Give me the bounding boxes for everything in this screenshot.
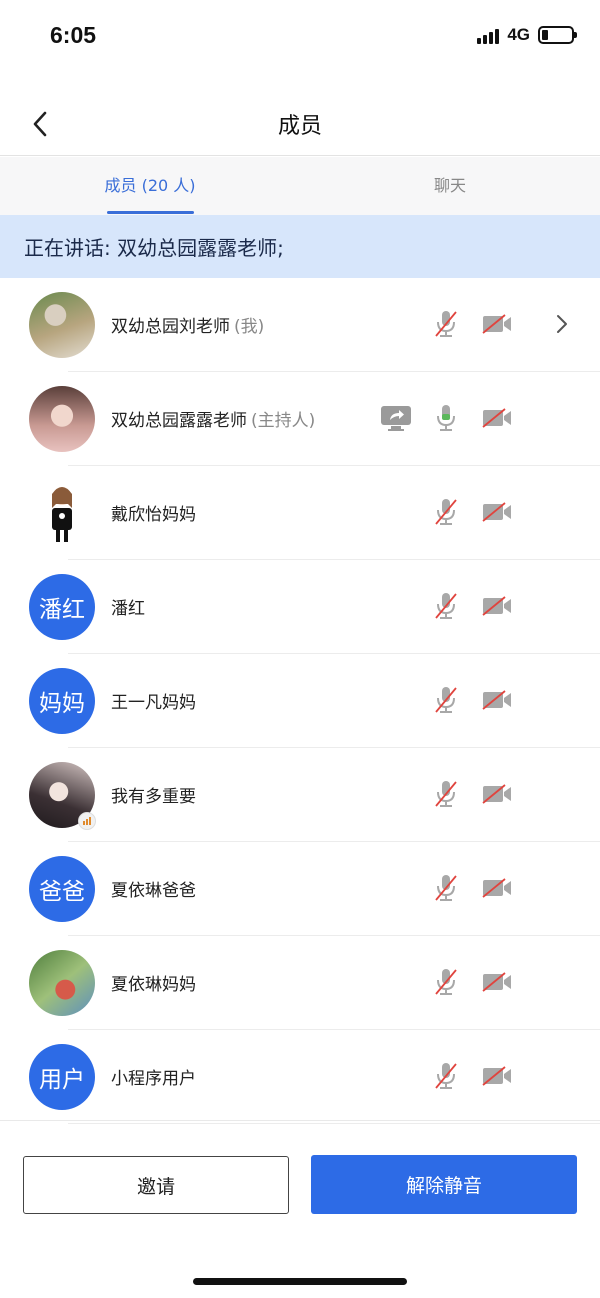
bottom-action-bar: 邀请 解除静音 (0, 1120, 600, 1240)
member-name-text: 夏依琳爸爸 (111, 881, 196, 901)
member-detail-chevron[interactable] (550, 312, 574, 336)
camera-button[interactable] (481, 778, 513, 810)
network-type: 4G (507, 25, 530, 44)
camera-off-icon (482, 408, 511, 428)
member-name: 夏依琳爸爸 (111, 876, 196, 901)
status-indicators: 4G (477, 25, 577, 45)
camera-off-icon (482, 1066, 511, 1086)
signal-icon (477, 26, 500, 44)
member-row[interactable]: 潘红 潘红 (0, 560, 600, 654)
home-indicator (193, 1278, 407, 1285)
active-tab-indicator (107, 211, 194, 214)
camera-off-icon (482, 878, 511, 898)
mic-icon (437, 405, 455, 431)
unmute-all-button[interactable]: 解除静音 (311, 1155, 577, 1214)
camera-button[interactable] (481, 308, 513, 340)
camera-button[interactable] (481, 590, 513, 622)
avatar: 潘红 (29, 574, 95, 640)
member-name-text: 小程序用户 (111, 1069, 196, 1089)
mic-muted-icon (435, 593, 457, 619)
member-row[interactable]: 双幼总园露露老师 (主持人) (0, 372, 600, 466)
member-name: 夏依琳妈妈 (111, 970, 196, 995)
camera-button[interactable] (481, 1060, 513, 1092)
camera-button[interactable] (481, 684, 513, 716)
member-name: 王一凡妈妈 (111, 688, 196, 713)
mic-button[interactable] (430, 872, 462, 904)
member-name-text: 潘红 (111, 599, 145, 619)
member-row[interactable]: 妈妈 王一凡妈妈 (0, 654, 600, 748)
camera-off-icon (482, 314, 511, 334)
screen-share-button[interactable] (380, 402, 412, 434)
tab-chat[interactable]: 聊天 (300, 157, 600, 215)
camera-button[interactable] (481, 872, 513, 904)
mic-muted-icon (435, 687, 457, 713)
mic-button[interactable] (430, 402, 462, 434)
mic-button[interactable] (430, 308, 462, 340)
speaking-banner: 正在讲话: 双幼总园露露老师; (0, 215, 600, 278)
member-row[interactable]: 双幼总园刘老师 (我) (0, 278, 600, 372)
tab-members[interactable]: 成员 (20 人) (0, 157, 300, 215)
tab-bar: 成员 (20 人) 聊天 (0, 157, 600, 215)
member-name: 双幼总园刘老师 (我) (111, 312, 264, 337)
mic-muted-icon (435, 1063, 457, 1089)
avatar: 爸爸 (29, 856, 95, 922)
mic-muted-icon (435, 311, 457, 337)
member-row[interactable]: 夏依琳妈妈 (0, 936, 600, 1030)
avatar (29, 386, 95, 452)
camera-button[interactable] (481, 966, 513, 998)
mic-button[interactable] (430, 590, 462, 622)
camera-button[interactable] (481, 496, 513, 528)
page-title: 成员 (277, 114, 322, 139)
member-name-text: 我有多重要 (111, 787, 196, 807)
mic-button[interactable] (430, 778, 462, 810)
member-name: 小程序用户 (111, 1064, 196, 1089)
screen-share-icon (381, 406, 411, 431)
camera-off-icon (482, 596, 511, 616)
battery-icon (538, 26, 577, 44)
member-name: 双幼总园露露老师 (主持人) (111, 406, 315, 431)
mic-muted-icon (435, 875, 457, 901)
member-row[interactable]: 爸爸 夏依琳爸爸 (0, 842, 600, 936)
mic-muted-icon (435, 499, 457, 525)
avatar (29, 950, 95, 1016)
mic-button[interactable] (430, 966, 462, 998)
mic-button[interactable] (430, 1060, 462, 1092)
chevron-right-icon (557, 315, 567, 333)
status-bar: 6:05 4G (0, 0, 600, 72)
member-row[interactable]: 戴欣怡妈妈 (0, 466, 600, 560)
member-name-text: 王一凡妈妈 (111, 693, 196, 713)
mic-button[interactable] (430, 496, 462, 528)
invite-button[interactable]: 邀请 (23, 1156, 289, 1214)
member-row[interactable]: 用户 小程序用户 (0, 1030, 600, 1124)
member-role: (主持人) (251, 411, 316, 431)
member-name-text: 双幼总园刘老师 (111, 317, 230, 337)
avatar-illustration (52, 487, 72, 542)
member-name-text: 双幼总园露露老师 (111, 411, 247, 431)
mic-muted-icon (435, 969, 457, 995)
member-list: 双幼总园刘老师 (我) 双幼总园露露老师 (主持人) 戴欣怡妈妈 潘红 潘红 妈妈 王一凡妈妈我… (0, 278, 600, 1124)
camera-off-icon (482, 690, 511, 710)
camera-button[interactable] (481, 402, 513, 434)
member-name-text: 戴欣怡妈妈 (111, 505, 196, 525)
mic-button[interactable] (430, 684, 462, 716)
camera-off-icon (482, 784, 511, 804)
member-row[interactable]: 我有多重要 (0, 748, 600, 842)
member-name: 戴欣怡妈妈 (111, 500, 196, 525)
member-name: 潘红 (111, 594, 145, 619)
signal-badge-icon (78, 812, 96, 830)
avatar: 用户 (29, 1044, 95, 1110)
member-name: 我有多重要 (111, 782, 196, 807)
mic-muted-icon (435, 781, 457, 807)
member-role: (我) (234, 317, 265, 337)
member-name-text: 夏依琳妈妈 (111, 975, 196, 995)
avatar: 妈妈 (29, 668, 95, 734)
nav-bar: 成员 (0, 92, 600, 156)
avatar (29, 480, 95, 546)
camera-off-icon (482, 972, 511, 992)
status-time: 6:05 (50, 22, 97, 48)
camera-off-icon (482, 502, 511, 522)
avatar (29, 292, 95, 358)
